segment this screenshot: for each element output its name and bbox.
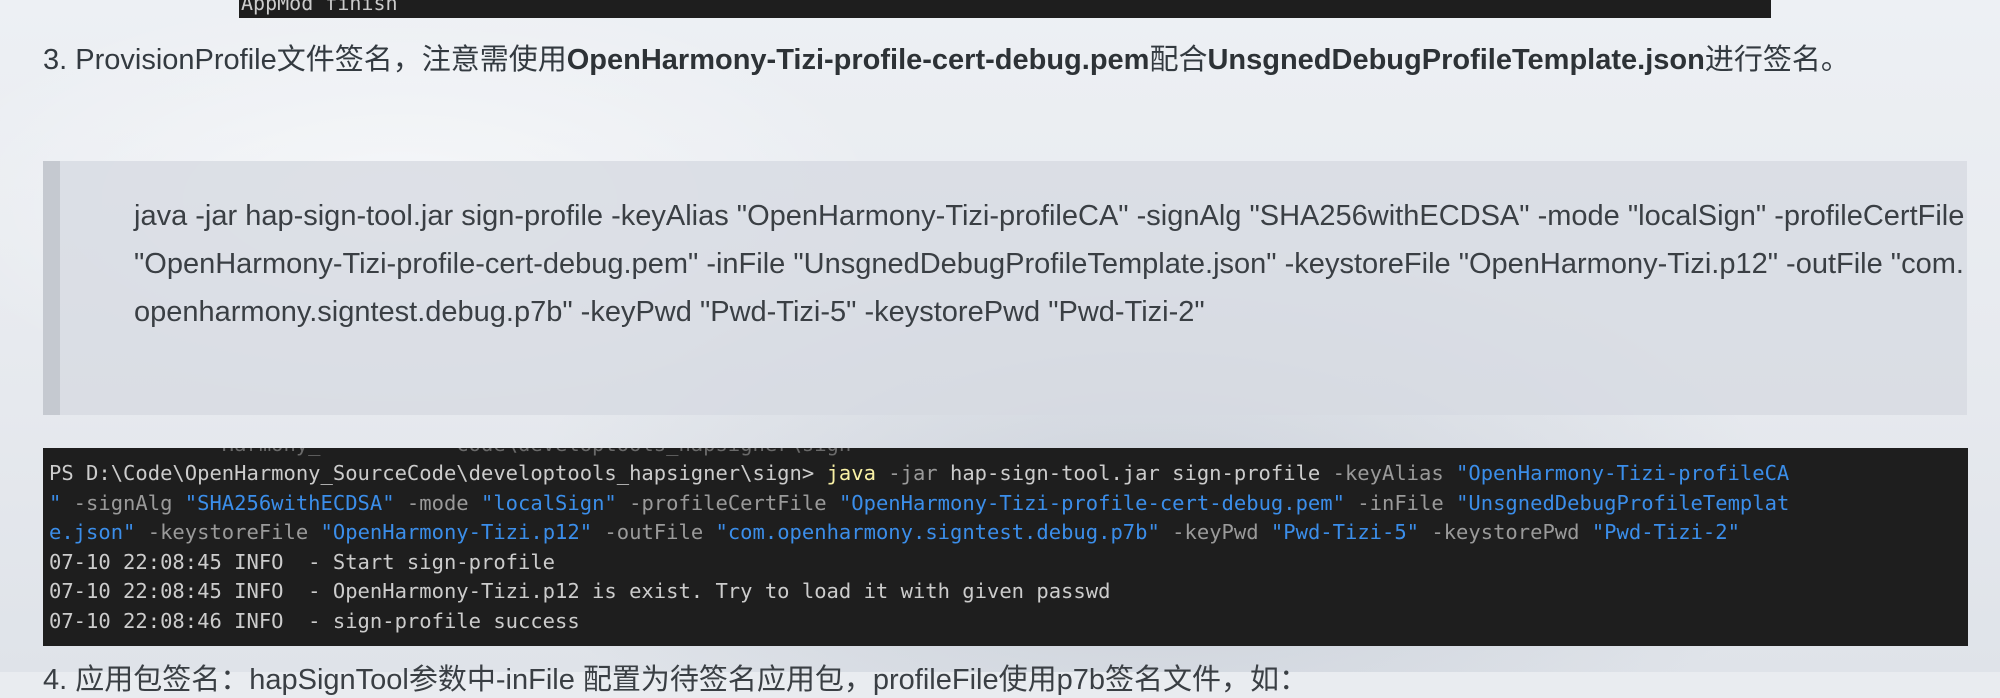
step-text: 进行签名。 xyxy=(1704,44,1850,76)
command-blockquote: java -jar hap-sign-tool.jar sign-profile… xyxy=(43,161,1967,415)
next-step-paragraph: 4. 应用包签名：hapSignTool参数中-inFile 配置为待签名应用包… xyxy=(43,664,1308,696)
terminal-scrolled-line: Harmony_ Code\developtools_hapsigner\sig… xyxy=(49,448,851,460)
sign-profile-command: java -jar hap-sign-tool.jar sign-profile… xyxy=(134,200,1965,328)
template-filename: UnsgnedDebugProfileTemplate.json xyxy=(1207,44,1705,76)
terminal-command-line: " -signAlg "SHA256withECDSA" -mode "loca… xyxy=(49,490,1790,515)
terminal-command-line: e.json" -keystoreFile "OpenHarmony-Tizi.… xyxy=(49,520,1740,544)
terminal-log-line: 07-10 22:08:45 INFO - OpenHarmony-Tizi.p… xyxy=(49,579,1111,603)
terminal-command-line: PS D:\Code\OpenHarmony_SourceCode\develo… xyxy=(49,461,1790,485)
terminal-output-line: AppMod finish xyxy=(241,0,398,15)
terminal-screenshot: Harmony_ Code\developtools_hapsigner\sig… xyxy=(43,448,1968,646)
terminal-log-line: 07-10 22:08:45 INFO - Start sign-profile xyxy=(49,549,556,574)
step-paragraph: 3. ProvisionProfile文件签名，注意需使用OpenHarmony… xyxy=(43,36,1968,84)
step-text: 3. ProvisionProfile文件签名，注意需使用 xyxy=(43,44,567,76)
terminal-screenshot-top: AppMod finish xyxy=(239,0,1771,18)
step-text: 配合 xyxy=(1149,44,1208,76)
terminal-log-line: 07-10 22:08:46 INFO - sign-profile succe… xyxy=(49,608,580,633)
cert-filename: OpenHarmony-Tizi-profile-cert-debug.pem xyxy=(566,44,1150,76)
